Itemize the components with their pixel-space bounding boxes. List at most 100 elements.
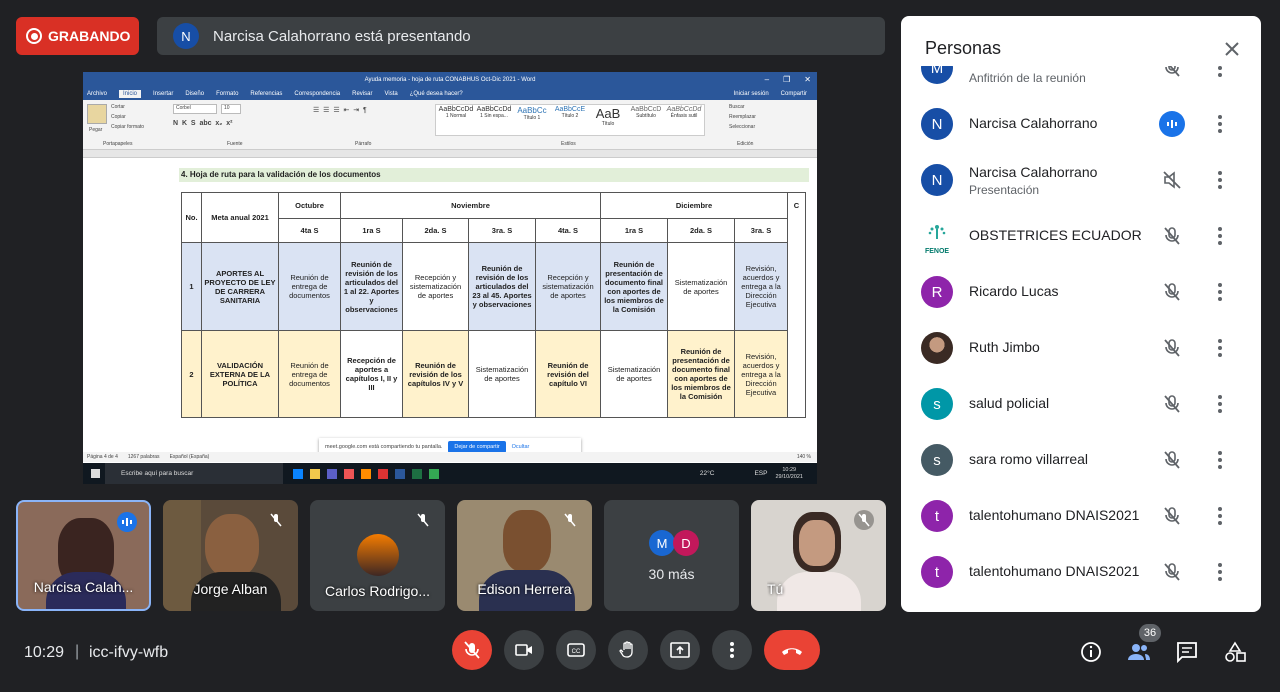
participant-name: Ricardo Lucas (969, 283, 1059, 299)
windows-start-icon[interactable] (91, 469, 100, 478)
svg-text:CC: CC (572, 649, 581, 655)
tab-vista[interactable]: Vista (384, 91, 397, 97)
participant-row[interactable]: R Ricardo Lucas (901, 264, 1261, 320)
tab-formato[interactable]: Formato (216, 91, 238, 97)
zoom-level[interactable]: 140 % (797, 454, 811, 460)
find-button[interactable]: Buscar (729, 104, 745, 110)
style-subtle-emphasis[interactable]: AaBbCcDd Énfasis sutil (665, 106, 703, 134)
style-no-spacing[interactable]: AaBbCcDd 1 Sin espa... (475, 106, 513, 134)
participant-name: Ruth Jimbo (969, 339, 1040, 355)
participant-row[interactable]: M Anfitrión de la reunión (901, 66, 1261, 96)
chat-button[interactable] (1175, 640, 1199, 664)
format-painter-button[interactable]: Copiar formato (111, 124, 144, 130)
taskbar-search-text: Escribe aquí para buscar (121, 470, 194, 477)
clock: 10:29 (24, 644, 65, 661)
paste-label[interactable]: Pegar (89, 127, 102, 133)
presenting-banner[interactable]: N Narcisa Calahorrano está presentando (157, 17, 885, 55)
video-tile[interactable]: Carlos Rodrigo... (310, 500, 445, 611)
hide-button[interactable]: Ocultar (512, 444, 530, 450)
avatar: N (921, 164, 953, 196)
volume-off-icon (1161, 169, 1183, 191)
participant-row[interactable]: t talentohumano DNAIS2021 (901, 488, 1261, 544)
meeting-controls-bar: 10:29 | icc-ifvy-wfb CC 36 (0, 624, 1280, 692)
font-size-select[interactable]: 10 (221, 104, 241, 114)
chat-icon (1177, 642, 1197, 664)
word-title: Ayuda memoria - hoja de ruta CONABHUS Oc… (364, 77, 536, 83)
select-button[interactable]: Seleccionar (729, 124, 755, 130)
style-heading1[interactable]: AaBbCc Título 1 (513, 106, 551, 134)
participant-row[interactable]: t talentohumano DNAIS2021 (901, 544, 1261, 600)
people-button[interactable] (1127, 640, 1151, 664)
video-tile[interactable]: Jorge Alban (163, 500, 298, 611)
record-icon (26, 28, 42, 44)
tab-inicio[interactable]: Inicio (119, 90, 142, 98)
participant-row[interactable]: N Narcisa Calahorrano (901, 96, 1261, 152)
more-vert-icon[interactable] (1216, 338, 1224, 358)
raise-hand-button[interactable] (608, 630, 648, 670)
present-screen-button[interactable] (660, 630, 700, 670)
self-video-tile[interactable]: Tú (751, 500, 886, 611)
avatar: t (921, 556, 953, 588)
meeting-details-button[interactable] (1079, 640, 1103, 664)
tab-diseno[interactable]: Diseño (185, 91, 204, 97)
cut-button[interactable]: Cortar (111, 104, 125, 110)
tab-revisar[interactable]: Revisar (352, 91, 372, 97)
more-vert-icon[interactable] (1216, 66, 1224, 78)
row-number: 1 (181, 242, 202, 331)
participant-row[interactable]: Ruth Jimbo (901, 320, 1261, 376)
replace-button[interactable]: Reemplazar (729, 114, 756, 120)
more-vert-icon[interactable] (1216, 450, 1224, 470)
more-vert-icon[interactable] (1216, 282, 1224, 302)
copy-button[interactable]: Copiar (111, 114, 126, 120)
participant-row[interactable]: s salud policial (901, 376, 1261, 432)
font-name-select[interactable]: Corbel (173, 104, 217, 114)
more-options-button[interactable] (712, 630, 752, 670)
people-icon (1128, 644, 1150, 660)
more-vert-icon[interactable] (1216, 562, 1224, 582)
taskbar-apps[interactable] (293, 468, 439, 479)
sign-in-link[interactable]: Iniciar sesión (734, 91, 769, 97)
mic-toggle-button[interactable] (452, 630, 492, 670)
captions-button[interactable]: CC (556, 630, 596, 670)
leave-call-button[interactable] (764, 630, 820, 670)
tab-insertar[interactable]: Insertar (153, 91, 173, 97)
taskbar-search[interactable]: Escribe aquí para buscar (105, 463, 283, 484)
page-count: Página 4 de 4 (87, 454, 118, 460)
more-vert-icon[interactable] (1216, 226, 1224, 246)
col-header-meta: Meta anual 2021 (201, 192, 279, 243)
restore-icon[interactable]: ❐ (783, 75, 790, 84)
style-title[interactable]: AaB Título (589, 106, 627, 134)
mic-off-icon (1161, 393, 1183, 415)
more-vert-icon[interactable] (1216, 170, 1224, 190)
close-icon[interactable]: ✕ (804, 75, 811, 84)
word-share-button[interactable]: Compartir (781, 91, 807, 97)
minimize-icon[interactable]: – (765, 75, 769, 84)
paste-icon[interactable] (87, 104, 107, 124)
more-vert-icon[interactable] (1216, 506, 1224, 526)
video-tile[interactable]: Narcisa Calah... (16, 500, 151, 611)
style-normal[interactable]: AaBbCcDd 1 Normal (437, 106, 475, 134)
video-tile[interactable]: Edison Herrera (457, 500, 592, 611)
close-icon[interactable] (1222, 39, 1242, 59)
tab-archivo[interactable]: Archivo (87, 91, 107, 97)
camera-toggle-button[interactable] (504, 630, 544, 670)
style-subtitle[interactable]: AaBbCcD Subtítulo (627, 106, 665, 134)
participant-row[interactable]: N Narcisa Calahorrano Presentación (901, 152, 1261, 208)
more-participants-tile[interactable]: M D 30 más (604, 500, 739, 611)
more-vert-icon[interactable] (1216, 114, 1224, 134)
meeting-code[interactable]: icc-ifvy-wfb (89, 644, 168, 662)
mic-off-icon (854, 510, 874, 530)
tell-me-field[interactable]: ¿Qué desea hacer? (410, 91, 463, 97)
input-lang: ESP (754, 470, 768, 477)
style-heading2[interactable]: AaBbCcE Título 2 (551, 106, 589, 134)
tab-referencias[interactable]: Referencias (250, 91, 282, 97)
tab-correspondencia[interactable]: Correspondencia (294, 91, 340, 97)
more-vert-icon[interactable] (1216, 394, 1224, 414)
videocam-icon (515, 644, 532, 656)
paragraph-buttons[interactable]: ☰ ☰ ☰ ⇤ ⇥ ¶ (313, 106, 367, 114)
week-header: 2da. S (667, 218, 735, 243)
activities-button[interactable] (1223, 640, 1247, 664)
format-buttons[interactable]: N K S abc x₂ x² (173, 120, 233, 127)
participant-row[interactable]: FENOE OBSTETRICES ECUADOR (901, 208, 1261, 264)
participant-row[interactable]: s sara romo villarreal (901, 432, 1261, 488)
